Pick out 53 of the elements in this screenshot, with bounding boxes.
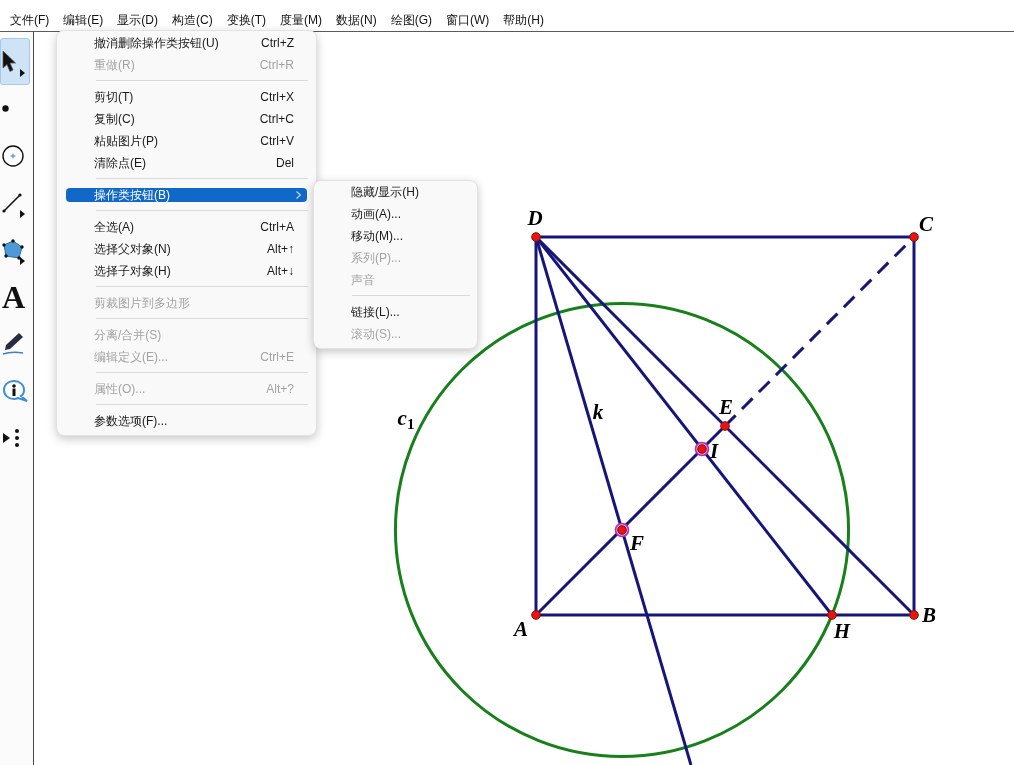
- menu-item[interactable]: 移动(M)...: [323, 229, 468, 243]
- marker-pen-icon: [2, 331, 24, 356]
- line-segment-icon: [2, 192, 22, 213]
- menu-bar-item[interactable]: 度量(M): [273, 12, 329, 28]
- line-label: k: [592, 401, 604, 423]
- menu-item[interactable]: 撤消删除操作类按钮(U) Ctrl+Z: [66, 36, 307, 50]
- arrow-cursor-icon: [2, 50, 17, 73]
- point-label: C: [919, 213, 933, 235]
- menu-bar-item[interactable]: 帮助(H): [496, 12, 551, 28]
- polygon-icon: [2, 238, 24, 261]
- menu-bar-item[interactable]: 显示(D): [110, 12, 165, 28]
- shortcut-label: Ctrl+A: [260, 220, 294, 234]
- point-label: H: [833, 620, 851, 642]
- menu-item[interactable]: 复制(C) Ctrl+C: [66, 112, 307, 126]
- point-label: B: [922, 604, 936, 626]
- menu-bar-item[interactable]: 构造(C): [165, 12, 220, 28]
- tool-button[interactable]: A: [0, 273, 30, 320]
- menu-bar-item[interactable]: 变换(T): [219, 12, 273, 28]
- shortcut-label: Alt+↑: [267, 242, 294, 256]
- menu-item[interactable]: 链接(L)...: [323, 305, 468, 319]
- menu-item[interactable]: 操作类按钮(B): [66, 188, 307, 202]
- shortcut-label: Alt+↓: [267, 264, 294, 278]
- menu-bar-item[interactable]: 编辑(E): [56, 12, 111, 28]
- point-label: E: [719, 396, 733, 418]
- menu-bar-item[interactable]: 窗口(W): [439, 12, 497, 28]
- shortcut-label: Del: [276, 156, 294, 170]
- menu-item[interactable]: 选择子对象(H) Alt+↓: [66, 264, 307, 278]
- triangle-dots-icon: [2, 427, 22, 448]
- menu-item[interactable]: 选择父对象(N) Alt+↑: [66, 242, 307, 256]
- point-label: D: [527, 207, 543, 229]
- shortcut-label: Ctrl+E: [260, 350, 294, 364]
- shortcut-label: Ctrl+X: [260, 90, 294, 104]
- menu-item[interactable]: 动画(A)...: [323, 207, 468, 221]
- point-icon: [2, 105, 9, 112]
- point-label: F: [630, 532, 644, 554]
- point-label: I: [709, 440, 719, 462]
- circle-label: c$_{1}$: [397, 408, 415, 432]
- menu-bar-item[interactable]: 文件(F): [3, 12, 57, 28]
- menu-item[interactable]: 参数选项(F)...: [66, 414, 307, 428]
- menu-item[interactable]: 剪切(T) Ctrl+X: [66, 90, 307, 104]
- menu-bar-item[interactable]: 绘图(G): [383, 12, 439, 28]
- shortcut-label: Ctrl+Z: [261, 36, 294, 50]
- shortcut-label: Ctrl+C: [259, 112, 294, 126]
- menu-item[interactable]: 粘贴图片(P) Ctrl+V: [66, 134, 307, 148]
- point-label: A: [514, 618, 528, 640]
- shortcut-label: Alt+?: [266, 382, 294, 396]
- shortcut-label: Ctrl+V: [260, 134, 294, 148]
- shortcut-label: Ctrl+R: [259, 58, 294, 72]
- menu-bar-item[interactable]: 数据(N): [329, 12, 384, 28]
- menu-item[interactable]: 隐藏/显示(H): [323, 185, 468, 199]
- tool-button[interactable]: [0, 38, 30, 85]
- menu-item[interactable]: 全选(A) Ctrl+A: [66, 220, 307, 234]
- menu-item[interactable]: 清除点(E) Del: [66, 156, 307, 170]
